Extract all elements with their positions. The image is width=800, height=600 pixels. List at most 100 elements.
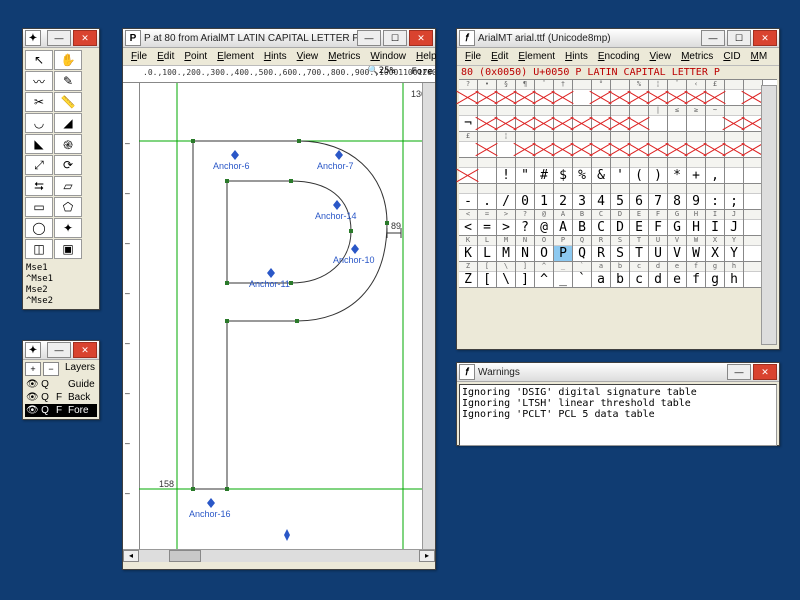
corner-point-tool[interactable]: ◢ bbox=[54, 113, 82, 133]
glyph-cell[interactable]: cc bbox=[630, 262, 649, 288]
vertical-scrollbar[interactable] bbox=[761, 85, 777, 345]
glyph-cell[interactable]: : bbox=[706, 184, 725, 210]
glyph-cell[interactable]: MM bbox=[497, 236, 516, 262]
glyph-cell[interactable] bbox=[630, 106, 649, 132]
maximize-button[interactable]: ☐ bbox=[383, 30, 407, 46]
minimize-button[interactable]: — bbox=[357, 30, 381, 46]
minimize-button[interactable]: — bbox=[727, 364, 751, 380]
glyph-cell[interactable]: FF bbox=[649, 210, 668, 236]
glyph-cell[interactable]: 6 bbox=[630, 184, 649, 210]
glyph-cell[interactable]: AA bbox=[554, 210, 573, 236]
glyph-cell[interactable]: % bbox=[573, 158, 592, 184]
glyph-cell[interactable]: † bbox=[554, 80, 573, 106]
glyph-cell[interactable]: >> bbox=[497, 210, 516, 236]
menu-window[interactable]: Window bbox=[366, 50, 410, 63]
glyph-cell[interactable]: # bbox=[535, 158, 554, 184]
titlebar[interactable]: ✦ — ✕ bbox=[23, 341, 99, 360]
tangent-point-tool[interactable]: ◣ bbox=[25, 134, 53, 154]
glyph-cell[interactable]: OO bbox=[535, 236, 554, 262]
glyph-cell[interactable]: ff bbox=[687, 262, 706, 288]
glyph-cell[interactable] bbox=[478, 132, 497, 158]
scale-tool[interactable]: ⤢ bbox=[25, 155, 53, 175]
glyph-cell[interactable]: ?? bbox=[516, 210, 535, 236]
glyph-cell[interactable]: XX bbox=[706, 236, 725, 262]
rect-tool[interactable]: ▭ bbox=[25, 197, 53, 217]
glyph-cell[interactable] bbox=[725, 158, 744, 184]
glyph-cell[interactable]: TT bbox=[630, 236, 649, 262]
glyph-cell[interactable]: & bbox=[592, 158, 611, 184]
glyph-cell[interactable]: * bbox=[668, 158, 687, 184]
menu-element[interactable]: Element bbox=[514, 50, 559, 63]
menu-cid[interactable]: CID bbox=[719, 50, 744, 63]
close-button[interactable]: ✕ bbox=[753, 364, 777, 380]
glyph-cell[interactable]: | bbox=[649, 106, 668, 132]
glyph-cell[interactable]: 3 bbox=[573, 184, 592, 210]
glyph-cell[interactable]: ^^ bbox=[535, 262, 554, 288]
menu-help[interactable]: Help bbox=[412, 50, 441, 63]
glyph-cell[interactable]: aa bbox=[592, 262, 611, 288]
glyph-cell[interactable]: £ bbox=[706, 80, 725, 106]
glyph-cell[interactable]: ! bbox=[497, 158, 516, 184]
glyph-cell[interactable]: GG bbox=[668, 210, 687, 236]
skew-tool[interactable]: ▱ bbox=[54, 176, 82, 196]
pen-tool[interactable]: ✎ bbox=[54, 71, 82, 91]
glyph-canvas[interactable]: ———————— 89 1366 158 Anchor-6Anchor-7Anc… bbox=[123, 83, 435, 549]
glyph-cell[interactable]: 4 bbox=[592, 184, 611, 210]
glyph-cell[interactable]: $ bbox=[554, 158, 573, 184]
polygon-tool[interactable]: ⬠ bbox=[54, 197, 82, 217]
glyph-cell[interactable]: ; bbox=[725, 184, 744, 210]
menu-metrics[interactable]: Metrics bbox=[324, 50, 364, 63]
glyph-cell[interactable]: ' bbox=[611, 158, 630, 184]
glyph-cell[interactable]: 5 bbox=[611, 184, 630, 210]
hand-tool[interactable]: ✋ bbox=[54, 50, 82, 70]
glyph-cell[interactable]: . bbox=[478, 184, 497, 210]
horizontal-scrollbar[interactable]: ◂▸ bbox=[123, 549, 435, 562]
minimize-button[interactable]: — bbox=[47, 30, 71, 46]
menu-encoding[interactable]: Encoding bbox=[594, 50, 644, 63]
titlebar[interactable]: ✦ — ✕ bbox=[23, 29, 99, 48]
glyph-cell[interactable]: - bbox=[459, 184, 478, 210]
ellipse-tool[interactable]: ◯ bbox=[25, 218, 53, 238]
glyph-cell[interactable]: EE bbox=[630, 210, 649, 236]
minimize-button[interactable]: — bbox=[47, 342, 71, 358]
glyph-cell[interactable]: WW bbox=[687, 236, 706, 262]
titlebar[interactable]: 𝑓 Warnings — ✕ bbox=[457, 363, 779, 382]
glyph-cell[interactable]: " bbox=[516, 158, 535, 184]
glyph-cell[interactable]: KK bbox=[459, 236, 478, 262]
glyph-cell[interactable]: 7 bbox=[649, 184, 668, 210]
glyph-cell[interactable]: BB bbox=[573, 210, 592, 236]
glyph-cell[interactable]: ≥ bbox=[687, 106, 706, 132]
glyph-cell[interactable]: DD bbox=[611, 210, 630, 236]
glyph-cell[interactable]: 9 bbox=[687, 184, 706, 210]
glyph-cell[interactable]: II bbox=[706, 210, 725, 236]
layer-row[interactable]: 👁QGuide bbox=[25, 378, 97, 391]
ruler-tool[interactable]: 📏 bbox=[54, 92, 82, 112]
glyph-cell[interactable]: CC bbox=[592, 210, 611, 236]
titlebar[interactable]: P P at 80 from ArialMT LATIN CAPITAL LET… bbox=[123, 29, 435, 48]
glyph-cell[interactable] bbox=[459, 158, 478, 184]
star-tool[interactable]: ✦ bbox=[54, 218, 82, 238]
curve-point-tool[interactable]: ◡ bbox=[25, 113, 53, 133]
glyph-cell[interactable]: RR bbox=[592, 236, 611, 262]
menu-view[interactable]: View bbox=[293, 50, 323, 63]
close-button[interactable]: ✕ bbox=[409, 30, 433, 46]
perspective-tool[interactable]: ◫ bbox=[25, 239, 53, 259]
menu-hints[interactable]: Hints bbox=[260, 50, 291, 63]
minimize-button[interactable]: — bbox=[701, 30, 725, 46]
glyph-cell[interactable]: ( bbox=[630, 158, 649, 184]
spiral-tool[interactable]: ֎ bbox=[54, 134, 82, 154]
glyph-cell[interactable]: JJ bbox=[725, 210, 744, 236]
glyph-cell[interactable]: PP bbox=[554, 236, 573, 262]
glyph-cell[interactable]: __ bbox=[554, 262, 573, 288]
glyph-cell[interactable]: , bbox=[706, 158, 725, 184]
maximize-button[interactable]: ☐ bbox=[727, 30, 751, 46]
flip-tool[interactable]: ⮀ bbox=[25, 176, 53, 196]
glyph-cell[interactable]: gg bbox=[706, 262, 725, 288]
close-button[interactable]: ✕ bbox=[73, 342, 97, 358]
glyph-cell[interactable]: bb bbox=[611, 262, 630, 288]
titlebar[interactable]: 𝑓 ArialMT arial.ttf (Unicode8mp) — ☐ ✕ bbox=[457, 29, 779, 48]
layer-row[interactable]: 👁QFFore bbox=[25, 404, 97, 417]
close-button[interactable]: ✕ bbox=[73, 30, 97, 46]
layer-indicator[interactable]: Fore bbox=[411, 67, 433, 77]
glyph-cell[interactable]: ) bbox=[649, 158, 668, 184]
